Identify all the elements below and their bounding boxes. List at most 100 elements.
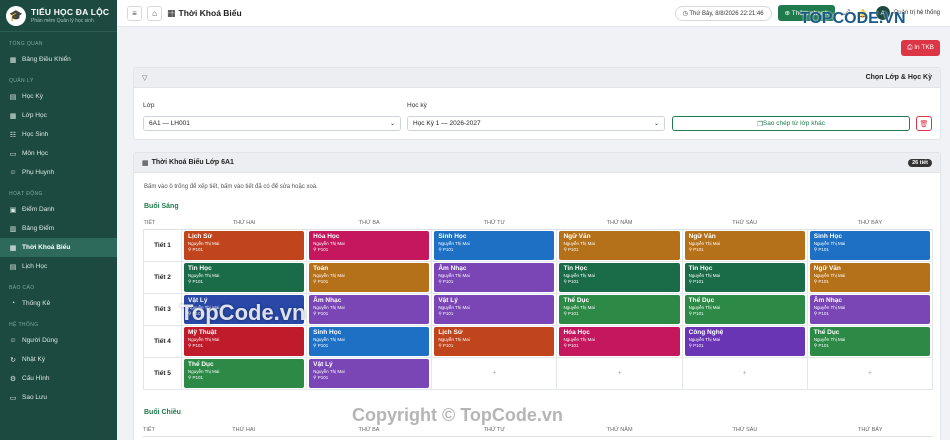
lesson-room: ⚲ P101	[563, 311, 675, 317]
lesson-card[interactable]: Thể Dục Nguyễn Thị Mai ⚲ P101	[684, 294, 805, 324]
home-button[interactable]: ⌂	[147, 5, 162, 21]
lesson-slot[interactable]: Sinh Học Nguyễn Thị Mai ⚲ P101	[306, 324, 433, 358]
print-timetable-button[interactable]: ⎙ In TKB	[901, 40, 940, 56]
sidebar-item-icon: ▦	[9, 56, 17, 64]
lesson-card[interactable]: Ngữ Văn Nguyễn Thị Mai ⚲ P101	[559, 230, 680, 260]
class-select[interactable]: 6A1 — LH001 ⌄	[143, 116, 401, 131]
lesson-card[interactable]: Vật Lý Nguyễn Thị Mai ⚲ P101	[434, 294, 555, 324]
lesson-card[interactable]: Âm Nhạc Nguyễn Thị Mai ⚲ P101	[434, 262, 555, 292]
lesson-subject: Sinh Học	[813, 232, 842, 240]
lesson-card[interactable]: Công Nghệ Nguyễn Thị Mai ⚲ P101	[684, 326, 805, 356]
room-text: P101	[317, 374, 329, 380]
lesson-card[interactable]: Tin Học Nguyễn Thị Mai ⚲ P101	[684, 262, 805, 292]
lesson-slot[interactable]: Thể Dục Nguyễn Thị Mai ⚲ P101	[806, 324, 934, 358]
calendar-icon: ▦	[142, 159, 149, 167]
lesson-card[interactable]: Âm Nhạc Nguyễn Thị Mai ⚲ P101	[309, 294, 430, 324]
day-column-header: THỨ BẢY	[807, 424, 933, 437]
room-text: P101	[818, 246, 829, 252]
lesson-teacher: Nguyễn Thị Mai	[688, 240, 721, 246]
lesson-card[interactable]: Âm Nhạc Nguyễn Thị Mai ⚲ P101	[809, 294, 930, 324]
lesson-card[interactable]: Toán Nguyễn Thị Mai ⚲ P101	[309, 262, 430, 292]
lesson-slot[interactable]: Hóa Học Nguyễn Thị Mai ⚲ P101	[306, 228, 433, 262]
sidebar-item[interactable]: ⚙ Cấu Hình	[0, 369, 117, 388]
empty-slot[interactable]: +	[681, 356, 808, 390]
lesson-teacher: Nguyễn Thị Mai	[313, 336, 345, 342]
brand[interactable]: 🎓 TIỂU HỌC ĐA LỘC Phần mềm Quản lý học s…	[0, 0, 117, 32]
empty-slot[interactable]: +	[806, 356, 934, 390]
menu-toggle-button[interactable]: ≡	[127, 5, 142, 21]
sidebar-item[interactable]: ☷ Học Sinh	[0, 125, 117, 144]
empty-slot[interactable]: +	[431, 356, 558, 390]
lesson-card[interactable]: Hóa Học Nguyễn Thị Mai ⚲ P101	[309, 230, 430, 260]
sidebar-item[interactable]: ▤ Học Kỳ	[0, 87, 117, 106]
lesson-slot[interactable]: Ngữ Văn Nguyễn Thị Mai ⚲ P101	[806, 260, 934, 294]
period-row: Tiết 2 Tin Học Nguyễn Thị Mai ⚲ P101 Toán Ngu…	[143, 260, 934, 294]
lesson-card[interactable]: Sinh Học Nguyễn Thị Mai ⚲ P101	[434, 230, 555, 260]
lesson-slot[interactable]: Sinh Học Nguyễn Thị Mai ⚲ P101	[806, 228, 934, 262]
lesson-slot[interactable]: Lịch Sử Nguyễn Thị Mai ⚲ P101	[180, 228, 308, 262]
lesson-room: ⚲ P101	[313, 279, 425, 285]
calendar-icon: ▦	[167, 7, 176, 18]
lesson-slot[interactable]: Hóa Học Nguyễn Thị Mai ⚲ P101	[556, 324, 683, 358]
lesson-card[interactable]: Ngữ Văn Nguyễn Thị Mai ⚲ P101	[809, 262, 930, 292]
lesson-card[interactable]: Sinh Học Nguyễn Thị Mai ⚲ P101	[809, 230, 930, 260]
copy-from-class-button[interactable]: ❐ Sao chép từ lớp khác	[672, 116, 910, 131]
room-text: P101	[568, 246, 579, 252]
lesson-slot[interactable]: Âm Nhạc Nguyễn Thị Mai ⚲ P101	[306, 292, 433, 326]
lesson-subject: Ngữ Văn	[813, 264, 841, 272]
lesson-slot[interactable]: Ngữ Văn Nguyễn Thị Mai ⚲ P101	[681, 228, 808, 262]
sidebar-item[interactable]: ▦ Bảng Điều Khiển	[0, 50, 117, 69]
lesson-teacher: Nguyễn Thị Mai	[438, 304, 470, 310]
lesson-card[interactable]: Thể Dục Nguyễn Thị Mai ⚲ P101	[184, 358, 305, 388]
lesson-card[interactable]: Tin Học Nguyễn Thị Mai ⚲ P101	[559, 262, 680, 292]
lesson-slot[interactable]: Sinh Học Nguyễn Thị Mai ⚲ P101	[431, 228, 558, 262]
lesson-card[interactable]: Thể Dục Nguyễn Thị Mai ⚲ P101	[809, 326, 930, 356]
sidebar-item[interactable]: ↻ Nhật Ký	[0, 350, 117, 369]
lesson-slot[interactable]: Âm Nhạc Nguyễn Thị Mai ⚲ P101	[806, 292, 934, 326]
sidebar-item[interactable]: ◔ Thống Kê	[0, 294, 117, 313]
hamburger-icon: ≡	[132, 8, 137, 18]
sidebar-item[interactable]: ▭ Sao Lưu	[0, 388, 117, 407]
lesson-card[interactable]: Lịch Sử Nguyễn Thị Mai ⚲ P101	[184, 230, 305, 260]
lesson-subject: Thể Dục	[813, 328, 840, 336]
lesson-card[interactable]: Tin Học Nguyễn Thị Mai ⚲ P101	[184, 262, 305, 292]
sidebar-item-icon: ◔	[10, 300, 16, 307]
sidebar-item[interactable]: ▦ Lớp Học	[0, 106, 117, 125]
sidebar-item[interactable]: ▦ Thời Khoá Biểu	[0, 238, 117, 257]
sidebar-item[interactable]: ☺ Phụ Huynh	[0, 163, 117, 182]
empty-slot[interactable]: +	[556, 356, 683, 390]
lesson-slot[interactable]: Lịch Sử Nguyễn Thị Mai ⚲ P101	[431, 324, 558, 358]
lesson-slot[interactable]: Vật Lý Nguyễn Thị Mai ⚲ P101	[431, 292, 558, 326]
lesson-card[interactable]: Sinh Học Nguyễn Thị Mai ⚲ P101	[309, 326, 430, 356]
sidebar-item[interactable]: ▭ Môn Học	[0, 144, 117, 163]
lesson-slot[interactable]: Tin Học Nguyễn Thị Mai ⚲ P101	[681, 260, 808, 294]
period-label: Tiết 5	[143, 356, 182, 390]
sidebar-item[interactable]: ▤ Lịch Học	[0, 257, 117, 276]
lesson-card[interactable]: Hóa Học Nguyễn Thị Mai ⚲ P101	[559, 326, 680, 356]
lesson-subject: Thể Dục	[688, 296, 715, 304]
lesson-card[interactable]: Thể Dục Nguyễn Thị Mai ⚲ P101	[559, 294, 680, 324]
lesson-slot[interactable]: Tin Học Nguyễn Thị Mai ⚲ P101	[180, 260, 308, 294]
lesson-card[interactable]: Lịch Sử Nguyễn Thị Mai ⚲ P101	[434, 326, 555, 356]
plus-circle-icon: ⊕	[784, 10, 792, 17]
lesson-slot[interactable]: Tin Học Nguyễn Thị Mai ⚲ P101	[556, 260, 683, 294]
lesson-slot[interactable]: Vật Lý Nguyễn Thị Mai ⚲ P101	[306, 356, 433, 390]
lesson-card[interactable]: Vật Lý Nguyễn Thị Mai ⚲ P101	[309, 358, 430, 388]
sidebar-item[interactable]: ☺ Người Dùng	[0, 331, 117, 350]
sidebar-item-icon: ▭	[9, 394, 17, 402]
lesson-card[interactable]: Mỹ Thuật Nguyễn Thị Mai ⚲ P101	[184, 326, 305, 356]
lesson-slot[interactable]: Toán Nguyễn Thị Mai ⚲ P101	[306, 260, 433, 294]
delete-timetable-button[interactable]: 🗑	[916, 116, 932, 131]
term-select[interactable]: Học Kỳ 1 — 2026-2027 ⌄	[407, 116, 665, 131]
lesson-slot[interactable]: Thể Dục Nguyễn Thị Mai ⚲ P101	[681, 292, 808, 326]
sidebar-item[interactable]: ▥ Bảng Điểm	[0, 219, 117, 238]
filter-card-header[interactable]: ▽ Chọn Lớp & Học Kỳ	[134, 68, 940, 88]
lesson-slot[interactable]: Công Nghệ Nguyễn Thị Mai ⚲ P101	[681, 324, 808, 358]
lesson-slot[interactable]: Âm Nhạc Nguyễn Thị Mai ⚲ P101	[431, 260, 558, 294]
lesson-card[interactable]: Ngữ Văn Nguyễn Thị Mai ⚲ P101	[684, 230, 805, 260]
lesson-slot[interactable]: Ngữ Văn Nguyễn Thị Mai ⚲ P101	[556, 228, 683, 262]
lesson-slot[interactable]: Thể Dục Nguyễn Thị Mai ⚲ P101	[556, 292, 683, 326]
sidebar-item[interactable]: ▣ Điểm Danh	[0, 200, 117, 219]
lesson-slot[interactable]: Thể Dục Nguyễn Thị Mai ⚲ P101	[180, 356, 308, 390]
lesson-slot[interactable]: Mỹ Thuật Nguyễn Thị Mai ⚲ P101	[180, 324, 308, 358]
